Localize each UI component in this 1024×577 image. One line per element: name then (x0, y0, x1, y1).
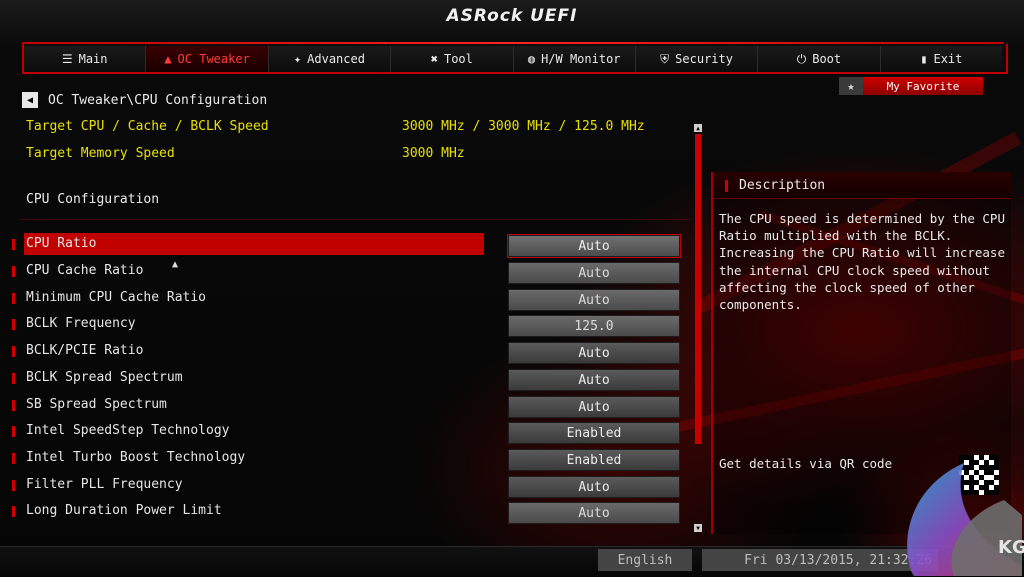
row-marker (12, 373, 15, 384)
setting-row-bclk-pcie-ratio[interactable]: BCLK/PCIE Ratio Auto (12, 340, 684, 364)
shield-icon: ⛨ (660, 52, 670, 66)
breadcrumb: ◀ OC Tweaker\CPU Configuration (22, 92, 267, 108)
title-bar: ASRock UEFI (0, 0, 1024, 44)
setting-value[interactable]: Auto (508, 289, 680, 311)
info-label: Target CPU / Cache / BCLK Speed (26, 119, 269, 134)
tools-icon: ✖ (430, 52, 438, 66)
row-marker (12, 506, 15, 517)
setting-label: Minimum CPU Cache Ratio (26, 290, 207, 305)
setting-value[interactable]: Auto (508, 235, 680, 257)
tab-label: OC Tweaker (177, 52, 250, 66)
setting-value[interactable]: 125.0 (508, 315, 680, 337)
favorite-star-icon[interactable]: ★ (839, 77, 863, 95)
qr-caption: Get details via QR code (719, 456, 893, 471)
tab-advanced[interactable]: ✦ Advanced (268, 46, 392, 72)
row-marker (12, 319, 15, 330)
setting-row-long-duration-power-limit[interactable]: Long Duration Power Limit Auto (12, 500, 684, 524)
info-value: 3000 MHz / 3000 MHz / 125.0 MHz (402, 119, 645, 134)
setting-label: CPU Ratio (26, 236, 97, 251)
tab-label: H/W Monitor (541, 52, 621, 66)
tab-label: Main (78, 52, 108, 66)
row-marker (12, 426, 15, 437)
setting-value[interactable]: Auto (508, 342, 680, 364)
language-button[interactable]: English (598, 549, 692, 571)
description-text: The CPU speed is determined by the CPU R… (719, 211, 1005, 313)
divider (20, 219, 690, 220)
row-marker (12, 480, 15, 491)
setting-value[interactable]: Auto (508, 262, 680, 284)
star-icon: ✦ (293, 52, 302, 66)
description-title: Description (739, 178, 826, 193)
back-arrow-icon[interactable]: ◀ (22, 92, 38, 108)
kg-watermark-text: KG (998, 537, 1024, 558)
my-favorite-label[interactable]: My Favorite (863, 77, 983, 95)
tab-label: Exit (933, 52, 963, 66)
tab-main[interactable]: ☰ Main (24, 46, 147, 72)
setting-label: Intel SpeedStep Technology (26, 423, 230, 438)
setting-row-cpu-ratio[interactable]: CPU Ratio Auto (12, 233, 684, 257)
setting-row-bclk-spread-spectrum[interactable]: BCLK Spread Spectrum Auto (12, 367, 684, 391)
setting-row-intel-turbo-boost[interactable]: Intel Turbo Boost Technology Enabled (12, 447, 684, 471)
tab-exit[interactable]: ▮ Exit (880, 46, 1002, 72)
scroll-down-arrow-icon[interactable]: ▼ (694, 524, 702, 532)
brand-logo: ASRock UEFI (446, 6, 578, 26)
exit-icon: ▮ (920, 52, 928, 66)
setting-label: Filter PLL Frequency (26, 477, 183, 492)
setting-value[interactable]: Enabled (508, 422, 680, 444)
setting-label: BCLK Frequency (26, 316, 136, 331)
setting-label: Long Duration Power Limit (26, 503, 222, 518)
main-tabs: ☰ Main ▲ OC Tweaker ✦ Advanced ✖ Tool ◍ … (24, 46, 1002, 72)
tab-label: Tool (443, 52, 473, 66)
setting-label: CPU Cache Ratio (26, 263, 144, 278)
row-marker (12, 266, 15, 277)
info-label: Target Memory Speed (26, 146, 175, 161)
row-marker (12, 346, 15, 357)
row-marker (12, 453, 15, 464)
setting-row-intel-speedstep[interactable]: Intel SpeedStep Technology Enabled (12, 420, 684, 444)
description-header: Description (713, 172, 1011, 199)
row-marker (12, 239, 15, 250)
setting-row-bclk-frequency[interactable]: BCLK Frequency 125.0 (12, 313, 684, 337)
tab-tool[interactable]: ✖ Tool (391, 46, 514, 72)
tab-label: Security (675, 52, 733, 66)
row-marker (12, 293, 15, 304)
tab-security[interactable]: ⛨ Security (635, 46, 759, 72)
setting-row-minimum-cpu-cache-ratio[interactable]: Minimum CPU Cache Ratio Auto (12, 287, 684, 311)
tab-label: Boot (812, 52, 842, 66)
breadcrumb-path: OC Tweaker\CPU Configuration (48, 92, 268, 108)
tab-label: Advanced (307, 52, 365, 66)
power-icon: ⏻ (796, 52, 807, 66)
setting-value[interactable]: Auto (508, 369, 680, 391)
setting-row-cpu-cache-ratio[interactable]: CPU Cache Ratio Auto (12, 260, 684, 284)
setting-value[interactable]: Auto (508, 502, 680, 524)
setting-row-filter-pll-frequency[interactable]: Filter PLL Frequency Auto (12, 474, 684, 498)
info-value: 3000 MHz (402, 146, 465, 161)
list-icon: ☰ (61, 52, 73, 66)
scrollbar-thumb[interactable] (695, 134, 701, 444)
monitor-icon: ◍ (527, 52, 536, 66)
setting-label: BCLK Spread Spectrum (26, 370, 183, 385)
scroll-up-arrow-icon[interactable]: ▲ (694, 124, 702, 132)
setting-row-sb-spread-spectrum[interactable]: SB Spread Spectrum Auto (12, 394, 684, 418)
description-marker (725, 180, 728, 192)
settings-scrollbar[interactable]: ▲ ▼ (694, 124, 702, 532)
tab-boot[interactable]: ⏻ Boot (758, 46, 881, 72)
kg-watermark-logo: KG (907, 463, 1024, 576)
setting-value[interactable]: Auto (508, 396, 680, 418)
setting-value[interactable]: Auto (508, 476, 680, 498)
row-marker (12, 400, 15, 411)
my-favorite-button[interactable]: ★ My Favorite (839, 77, 983, 95)
rocket-icon: ▲ (164, 52, 172, 66)
tab-hw-monitor[interactable]: ◍ H/W Monitor (513, 46, 636, 72)
tab-oc-tweaker[interactable]: ▲ OC Tweaker (146, 46, 269, 72)
section-title: CPU Configuration (26, 192, 160, 207)
setting-label: BCLK/PCIE Ratio (26, 343, 144, 358)
mouse-cursor-icon: ▲ (172, 259, 179, 270)
setting-value[interactable]: Enabled (508, 449, 680, 471)
setting-label: Intel Turbo Boost Technology (26, 450, 246, 465)
setting-label: SB Spread Spectrum (26, 397, 167, 412)
